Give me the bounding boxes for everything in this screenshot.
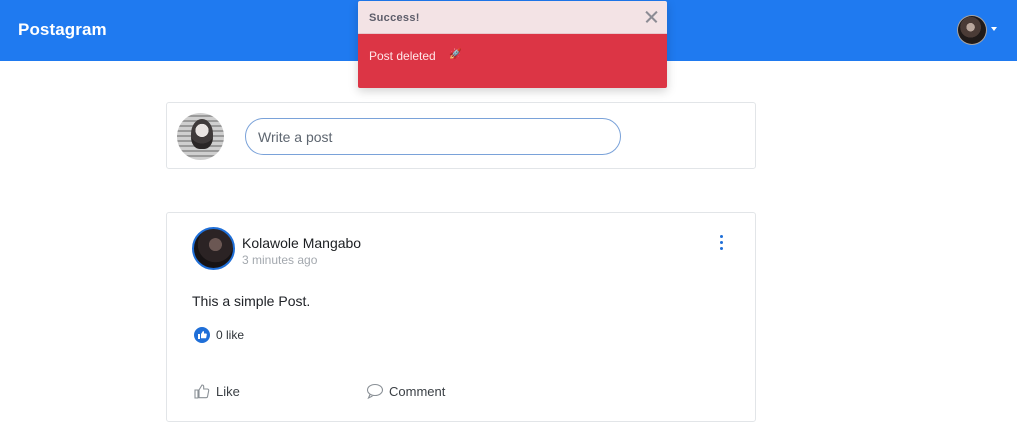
author-avatar[interactable] — [192, 227, 235, 270]
toast-notification: Success! Post deleted 🚀 — [358, 1, 667, 88]
thumbs-up-icon — [194, 327, 210, 343]
post-author-name[interactable]: Kolawole Mangabo — [242, 235, 361, 251]
toast-header: Success! — [358, 1, 667, 34]
like-label: Like — [216, 384, 240, 399]
write-post-input[interactable] — [245, 118, 621, 155]
close-icon[interactable] — [641, 7, 661, 27]
post-timestamp: 3 minutes ago — [242, 253, 318, 267]
chevron-down-icon — [991, 27, 997, 31]
post-body: This a simple Post. — [192, 293, 311, 309]
thumbs-up-outline-icon — [194, 384, 210, 399]
toast-body: Post deleted 🚀 — [358, 34, 667, 88]
toast-message: Post deleted — [369, 49, 436, 63]
comment-label: Comment — [389, 384, 446, 399]
vertical-dots-icon[interactable] — [718, 235, 726, 251]
rocket-icon: 🚀 — [449, 49, 462, 60]
profile-menu-toggle[interactable] — [957, 15, 997, 47]
brand-logo[interactable]: Postagram — [18, 20, 107, 40]
create-post-card — [166, 102, 756, 169]
likes-count: 0 like — [216, 328, 245, 342]
chat-bubble-icon — [366, 383, 384, 400]
avatar[interactable] — [957, 15, 987, 45]
toast-title: Success! — [369, 12, 420, 24]
current-user-avatar — [177, 113, 224, 160]
post-card: Kolawole Mangabo 3 minutes ago This a si… — [166, 212, 756, 422]
